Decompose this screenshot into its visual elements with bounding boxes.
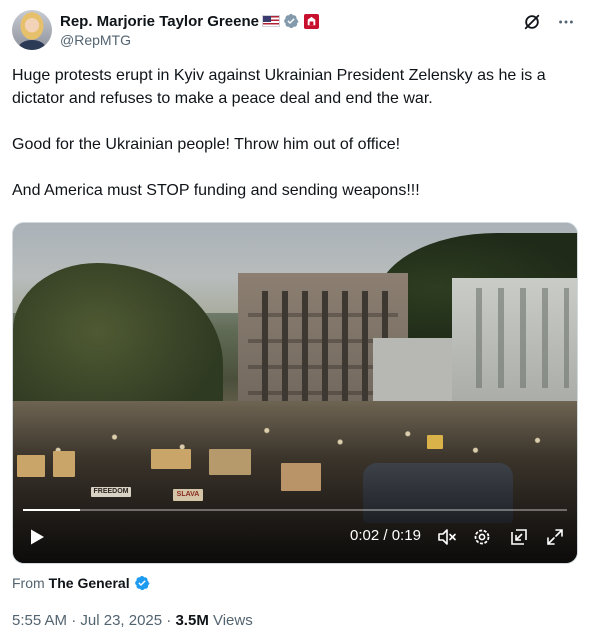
author-name-row: Rep. Marjorie Taylor Greene bbox=[60, 11, 319, 31]
tweet-header: Rep. Marjorie Taylor Greene @RepMTG bbox=[12, 8, 578, 52]
video-frame-building bbox=[452, 278, 577, 408]
speaker-muted-icon bbox=[438, 529, 456, 545]
views-label: Views bbox=[208, 612, 253, 629]
protest-sign-text: FREEDOM bbox=[93, 488, 129, 495]
video-source: From The General bbox=[12, 574, 150, 592]
header-actions bbox=[522, 12, 576, 32]
video-progress-fill bbox=[23, 509, 81, 511]
more-icon[interactable] bbox=[556, 12, 576, 32]
video-progress-bar[interactable] bbox=[23, 509, 567, 511]
protest-sign bbox=[281, 463, 321, 491]
tweet-meta: 5:55 AM · Jul 23, 2025 · 3.5M Views bbox=[12, 612, 253, 630]
blue-verified-badge-icon[interactable] bbox=[134, 575, 150, 591]
protest-sign bbox=[151, 449, 191, 469]
from-label: From bbox=[12, 575, 45, 591]
play-icon bbox=[31, 529, 44, 545]
dock-icon bbox=[511, 529, 527, 545]
tweet-timestamp[interactable]: 5:55 AM bbox=[12, 612, 67, 629]
grok-icon[interactable] bbox=[522, 12, 542, 32]
author-handle[interactable]: @RepMTG bbox=[60, 32, 131, 48]
protest-sign bbox=[17, 455, 45, 477]
video-controls: 0:02 / 0:19 bbox=[13, 513, 577, 563]
protest-sign bbox=[209, 449, 251, 475]
views-count: 3.5M bbox=[175, 612, 209, 629]
protest-sign bbox=[427, 435, 443, 449]
us-flag-icon bbox=[261, 15, 280, 27]
video-current-time: 0:02 bbox=[350, 527, 380, 544]
video-duration: 0:19 bbox=[391, 527, 421, 544]
video-frame-building bbox=[373, 338, 463, 408]
meta-separator: · bbox=[162, 612, 176, 629]
author-display-name[interactable]: Rep. Marjorie Taylor Greene bbox=[60, 13, 259, 30]
protest-sign-text: SLAVA bbox=[176, 491, 200, 498]
gray-verified-badge-icon[interactable] bbox=[283, 13, 299, 29]
protest-sign: FREEDOM bbox=[91, 487, 131, 497]
tweet-paragraph: And America must STOP funding and sendin… bbox=[12, 182, 420, 199]
fullscreen-button[interactable] bbox=[543, 525, 567, 549]
avatar[interactable] bbox=[12, 10, 52, 50]
protest-sign bbox=[53, 451, 75, 477]
tweet-text: Huge protests erupt in Kyiv against Ukra… bbox=[12, 64, 578, 202]
tweet-date[interactable]: Jul 23, 2025 bbox=[80, 612, 162, 629]
tweet-paragraph: Huge protests erupt in Kyiv against Ukra… bbox=[12, 67, 546, 107]
us-house-seal-icon[interactable] bbox=[303, 13, 319, 29]
video-time: 0:02 / 0:19 bbox=[350, 527, 421, 544]
avatar-figure bbox=[18, 40, 46, 50]
source-account-name[interactable]: The General bbox=[49, 575, 130, 591]
play-button[interactable] bbox=[25, 525, 49, 549]
video-player[interactable]: FREEDOM SLAVA 0:02 / 0:19 bbox=[12, 222, 578, 564]
video-time-separator: / bbox=[379, 527, 392, 544]
settings-button[interactable] bbox=[470, 525, 494, 549]
tweet-paragraph: Good for the Ukrainian people! Throw him… bbox=[12, 136, 401, 153]
meta-separator: · bbox=[67, 612, 81, 629]
expand-icon bbox=[547, 529, 563, 545]
dock-video-button[interactable] bbox=[507, 525, 531, 549]
gear-icon bbox=[474, 529, 490, 545]
mute-button[interactable] bbox=[435, 525, 459, 549]
protest-sign: SLAVA bbox=[173, 489, 203, 501]
